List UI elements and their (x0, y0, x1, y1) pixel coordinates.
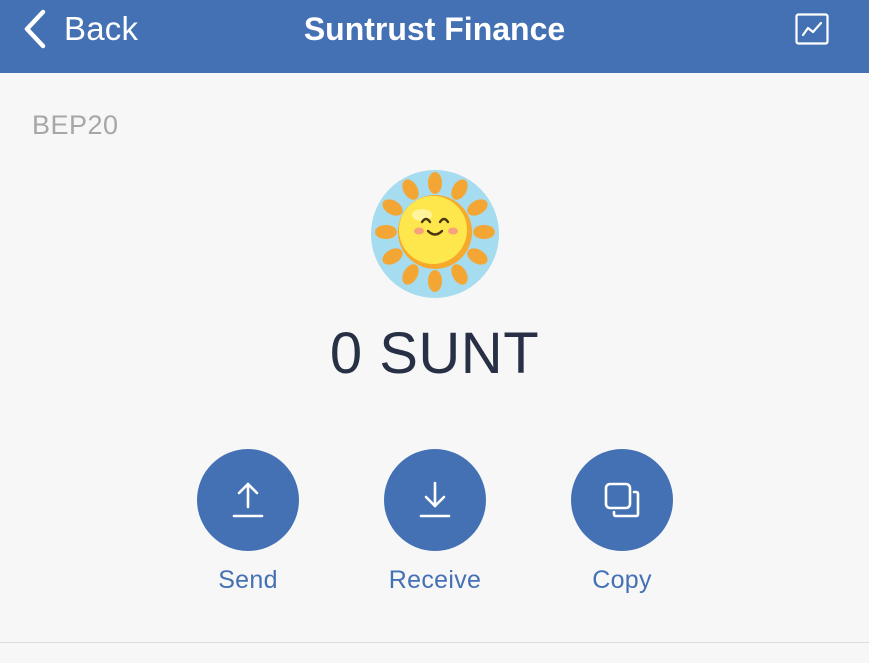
copy-icon (604, 482, 640, 518)
upload-arrow-icon (232, 482, 264, 518)
copy-button[interactable]: Copy (552, 449, 692, 595)
page-title: Suntrust Finance (303, 11, 566, 47)
download-arrow-icon (419, 481, 451, 518)
network-label: BEP20 (32, 110, 119, 140)
receive-button[interactable]: Receive (365, 449, 505, 595)
chart-line-icon[interactable] (795, 13, 829, 45)
divider (0, 642, 869, 643)
copy-label: Copy (592, 566, 652, 594)
receive-circle[interactable] (384, 449, 486, 551)
smiling-sun-icon (371, 170, 499, 298)
copy-circle[interactable] (571, 449, 673, 551)
top-navigation-bar: Back Suntrust Finance (0, 0, 869, 73)
send-circle[interactable] (197, 449, 299, 551)
send-label: Send (218, 566, 278, 594)
receive-label: Receive (388, 566, 482, 594)
send-button[interactable]: Send (178, 449, 318, 595)
token-balance: 0 SUNT (329, 321, 540, 386)
